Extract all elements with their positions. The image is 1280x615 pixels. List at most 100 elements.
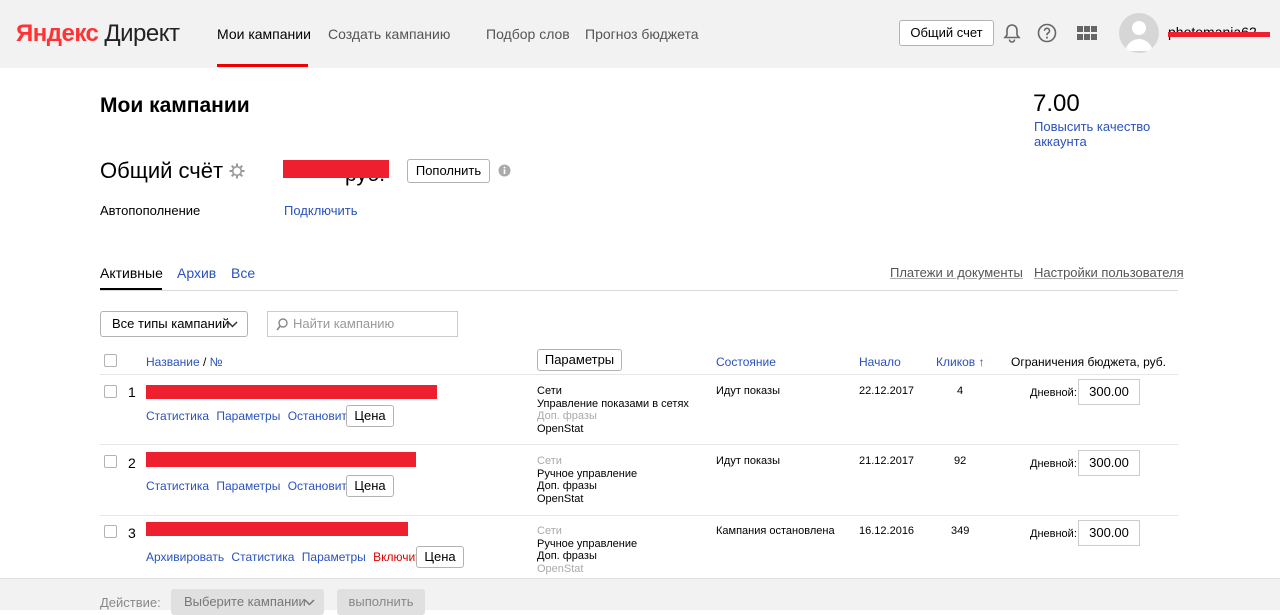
header-divider [100, 374, 1178, 375]
strategy-line: Сети [537, 525, 562, 537]
nav-budget-forecast[interactable]: Прогноз бюджета [585, 26, 699, 42]
bulk-action-select-value: Выберите кампании [184, 594, 306, 609]
row-strategy: Сети Ручное управление Доп. фразы OpenSt… [537, 525, 637, 575]
tabs-divider [100, 290, 1178, 291]
select-all-checkbox[interactable] [104, 354, 117, 367]
price-button[interactable]: Цена [346, 405, 394, 427]
row-start-date: 21.12.2017 [859, 455, 915, 467]
daily-label: Дневной: [1030, 528, 1077, 540]
bulk-action-submit[interactable]: выполнить [337, 589, 425, 615]
topup-button[interactable]: Пополнить [407, 159, 490, 183]
yandex-direct-logo[interactable]: Яндекс Директ [16, 20, 180, 48]
bulk-action-label: Действие: [100, 595, 161, 610]
row-actions: Статистика Параметры Остановить [146, 479, 357, 493]
column-start[interactable]: Начало [859, 355, 901, 369]
row-clicks: 92 [954, 455, 967, 467]
gear-icon[interactable] [229, 163, 245, 184]
row-checkbox[interactable] [104, 525, 117, 538]
tab-active[interactable]: Активные [100, 265, 163, 281]
row-number: 2 [128, 455, 136, 471]
parameters-link[interactable]: Параметры [216, 409, 280, 423]
strategy-line: Управление показами в сетях [537, 397, 689, 410]
nav-create-campaign[interactable]: Создать кампанию [328, 26, 450, 42]
row-divider [100, 444, 1178, 445]
statistics-link[interactable]: Статистика [146, 409, 209, 423]
params-button[interactable]: Параметры [537, 349, 622, 371]
balance-redaction [283, 160, 389, 178]
redaction-mark [1168, 32, 1270, 37]
column-name[interactable]: Название / № [146, 355, 223, 369]
row-state: Идут показы [716, 455, 780, 467]
strategy-line: Сети [537, 455, 562, 467]
campaign-type-value: Все типы кампаний [112, 316, 230, 331]
parameters-link[interactable]: Параметры [216, 479, 280, 493]
campaign-name-redaction [146, 385, 437, 399]
logo-brand: Яндекс [16, 20, 99, 47]
daily-label: Дневной: [1030, 458, 1077, 470]
archive-link[interactable]: Архивировать [146, 550, 224, 564]
chevron-down-icon [304, 599, 315, 606]
row-checkbox[interactable] [104, 455, 117, 468]
column-budget: Ограничения бюджета, руб. [1011, 355, 1166, 369]
row-start-date: 22.12.2017 [859, 385, 915, 397]
budget-input[interactable]: 300.00 [1078, 520, 1140, 546]
tab-archive[interactable]: Архив [177, 265, 216, 281]
budget-input[interactable]: 300.00 [1078, 450, 1140, 476]
column-num-label[interactable]: № [210, 355, 223, 369]
price-button[interactable]: Цена [346, 475, 394, 497]
column-name-label[interactable]: Название [146, 355, 200, 369]
row-checkbox[interactable] [104, 385, 117, 398]
daily-label: Дневной: [1030, 387, 1077, 399]
user-settings-link[interactable]: Настройки пользователя [1034, 265, 1184, 280]
strategy-line: OpenStat [537, 492, 584, 505]
bulk-action-select[interactable]: Выберите кампании [171, 589, 324, 615]
chevron-down-icon [227, 321, 238, 328]
row-number: 3 [128, 525, 136, 541]
nav-my-campaigns[interactable]: Мои кампании [217, 26, 311, 42]
nav-active-indicator [217, 64, 308, 67]
budget-input[interactable]: 300.00 [1078, 379, 1140, 405]
autopay-label: Автопополнение [100, 203, 201, 218]
payments-documents-link[interactable]: Платежи и документы [890, 265, 1023, 280]
strategy-line: Доп. фразы [537, 550, 597, 562]
apps-grid-icon[interactable] [1076, 22, 1098, 44]
strategy-line: OpenStat [537, 422, 584, 435]
search-icon [276, 318, 288, 331]
nav-keyword-tool[interactable]: Подбор слов [486, 26, 570, 42]
stop-link[interactable]: Остановить [288, 479, 354, 493]
row-strategy: Сети Управление показами в сетях Доп. фр… [537, 385, 689, 435]
avatar[interactable] [1119, 13, 1159, 53]
price-button[interactable]: Цена [416, 546, 464, 568]
search-input[interactable]: Найти кампанию [267, 311, 458, 337]
row-actions: Статистика Параметры Остановить [146, 409, 357, 423]
row-start-date: 16.12.2016 [859, 525, 915, 537]
statistics-link[interactable]: Статистика [146, 479, 209, 493]
account-title: Общий счёт [100, 158, 224, 183]
campaign-name-redaction [146, 522, 408, 536]
info-icon[interactable] [498, 164, 511, 182]
common-account-button[interactable]: Общий счет [899, 20, 994, 46]
page-title: Мои кампании [100, 94, 250, 117]
strategy-line: Доп. фразы [537, 480, 597, 492]
improve-quality-link[interactable]: Повысить качество аккаунта [1034, 119, 1164, 149]
bell-icon[interactable] [1001, 22, 1023, 44]
search-placeholder: Найти кампанию [293, 316, 395, 331]
parameters-link[interactable]: Параметры [302, 550, 366, 564]
quality-score: 7.00 [1033, 90, 1080, 117]
stop-link[interactable]: Остановить [288, 409, 354, 423]
strategy-line: Доп. фразы [537, 410, 597, 422]
row-state: Кампания остановлена [716, 525, 835, 537]
column-clicks[interactable]: Кликов ↑ [936, 355, 984, 369]
strategy-line: Ручное управление [537, 537, 638, 550]
row-strategy: Сети Ручное управление Доп. фразы OpenSt… [537, 455, 637, 505]
row-number: 1 [128, 384, 136, 400]
autopay-connect-link[interactable]: Подключить [284, 203, 358, 218]
row-clicks: 349 [951, 525, 970, 537]
help-icon[interactable] [1036, 22, 1058, 44]
campaign-type-select[interactable]: Все типы кампаний [100, 311, 248, 337]
strategy-line: OpenStat [537, 562, 584, 575]
tab-all[interactable]: Все [231, 265, 255, 281]
statistics-link[interactable]: Статистика [231, 550, 294, 564]
column-state[interactable]: Состояние [716, 355, 776, 369]
logo-product: Директ [104, 20, 180, 47]
